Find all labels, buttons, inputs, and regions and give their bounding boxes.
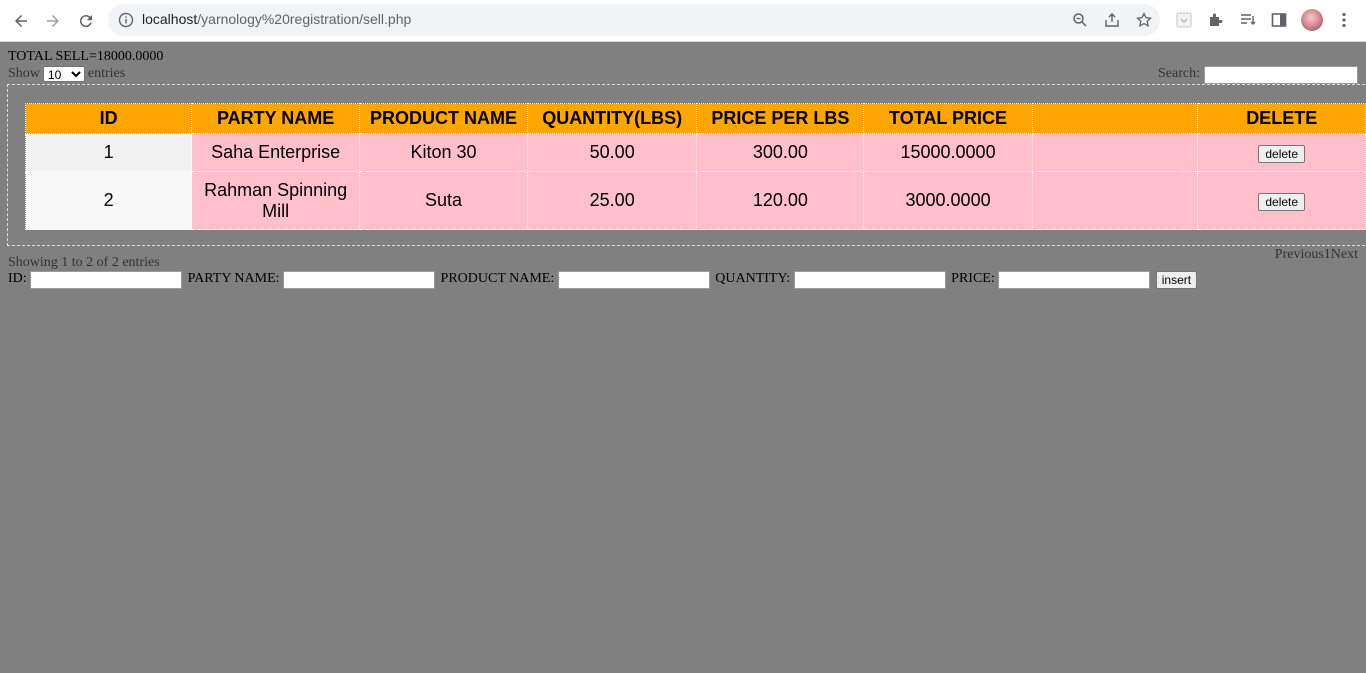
total-sell: TOTAL SELL=18000.0000 — [8, 49, 164, 64]
cell-id: 1 — [24, 133, 193, 172]
column-header-total-price[interactable]: TOTAL PRICE — [863, 103, 1033, 134]
extensions-puzzle-icon[interactable] — [1207, 11, 1225, 29]
cell-delete: delete — [1197, 171, 1366, 230]
url-text[interactable]: localhost/yarnology%20registration/sell.… — [142, 11, 411, 27]
cell-party-name: Saha Enterprise — [191, 133, 361, 172]
delete-button[interactable]: delete — [1258, 193, 1306, 211]
cell-id: 2 — [24, 171, 193, 230]
table-row: 1 Saha Enterprise Kiton 30 50.00 300.00 … — [24, 133, 1366, 172]
pagination-next[interactable]: Next — [1331, 247, 1358, 262]
cell-blank — [1031, 133, 1199, 172]
column-header-party-name[interactable]: PARTY NAME — [191, 103, 361, 134]
cell-blank — [1031, 171, 1199, 230]
extension-pocket-icon[interactable] — [1175, 11, 1193, 29]
column-header-product-name[interactable]: PRODUCT NAME — [359, 103, 529, 134]
length-control: Show 10 entries — [8, 66, 125, 82]
cell-delete: delete — [1197, 133, 1366, 172]
zoom-icon[interactable] — [1072, 12, 1088, 28]
column-header-price-per-lbs[interactable]: PRICE PER LBS — [696, 103, 865, 134]
price-input[interactable] — [998, 271, 1151, 289]
pagination: Previous1Next — [1275, 247, 1358, 263]
cell-price: 120.00 — [696, 171, 865, 230]
cell-total-price: 3000.0000 — [863, 171, 1033, 230]
show-label: Show — [8, 66, 40, 81]
url-host: localhost — [142, 11, 198, 27]
share-icon[interactable] — [1104, 12, 1120, 28]
column-header-blank[interactable] — [1031, 103, 1199, 134]
quantity-label: QUANTITY: — [715, 271, 791, 286]
insert-button[interactable]: insert — [1155, 271, 1198, 289]
pagination-page[interactable]: 1 — [1324, 247, 1331, 262]
url-path: /yarnology%20registration/sell.php — [197, 11, 412, 27]
table-info: Showing 1 to 2 of 2 entries — [8, 255, 160, 270]
reload-button[interactable] — [74, 9, 98, 33]
cell-product-name: Kiton 30 — [359, 133, 529, 172]
search-label: Search: — [1158, 66, 1200, 81]
table-row: 2 Rahman Spinning Mill Suta 25.00 120.00… — [24, 171, 1366, 230]
pagination-previous[interactable]: Previous — [1275, 247, 1324, 262]
insert-form: ID: PARTY NAME: PRODUCT NAME: QUANTITY: … — [8, 271, 1198, 289]
reload-icon — [79, 15, 92, 28]
cell-party-name: Rahman Spinning Mill — [191, 171, 361, 230]
id-label: ID: — [8, 271, 27, 286]
page-body: TOTAL SELL=18000.0000 Show 10 entries Sear… — [0, 42, 1366, 673]
profile-avatar[interactable] — [1301, 9, 1323, 31]
product-name-label: PRODUCT NAME: — [440, 271, 555, 286]
search-input[interactable] — [1204, 66, 1358, 84]
party-name-label: PARTY NAME: — [187, 271, 280, 286]
cell-price: 300.00 — [696, 133, 865, 172]
column-header-quantity[interactable]: QUANTITY(LBS) — [527, 103, 698, 134]
forward-button[interactable] — [41, 9, 65, 33]
cell-product-name: Suta — [359, 171, 529, 230]
address-bar[interactable]: localhost/yarnology%20registration/sell.… — [108, 4, 1160, 36]
reading-list-icon[interactable] — [1239, 11, 1257, 29]
side-panel-icon[interactable] — [1270, 11, 1288, 29]
browser-toolbar: localhost/yarnology%20registration/sell.… — [0, 0, 1366, 42]
cell-quantity: 25.00 — [527, 171, 698, 230]
sell-table: ID PARTY NAME PRODUCT NAME QUANTITY(LBS)… — [24, 103, 1366, 230]
menu-kebab-icon[interactable] — [1335, 11, 1353, 29]
column-header-id[interactable]: ID — [24, 103, 193, 134]
bookmark-star-icon[interactable] — [1136, 12, 1152, 28]
back-arrow-icon — [15, 15, 27, 27]
delete-button[interactable]: delete — [1258, 145, 1306, 163]
forward-arrow-icon — [47, 15, 59, 27]
table-header-row: ID PARTY NAME PRODUCT NAME QUANTITY(LBS)… — [24, 103, 1366, 134]
id-input[interactable] — [30, 271, 183, 289]
cell-total-price: 15000.0000 — [863, 133, 1033, 172]
search-control: Search: — [1158, 66, 1358, 84]
back-button[interactable] — [9, 9, 33, 33]
info-icon[interactable] — [118, 12, 134, 28]
quantity-input[interactable] — [793, 271, 946, 289]
cell-quantity: 50.00 — [527, 133, 698, 172]
product-name-input[interactable] — [557, 271, 710, 289]
entries-label: entries — [87, 66, 126, 81]
price-label: PRICE: — [951, 271, 995, 286]
entries-select[interactable]: 10 — [42, 66, 85, 82]
column-header-delete[interactable]: DELETE — [1197, 103, 1366, 134]
party-name-input[interactable] — [283, 271, 436, 289]
